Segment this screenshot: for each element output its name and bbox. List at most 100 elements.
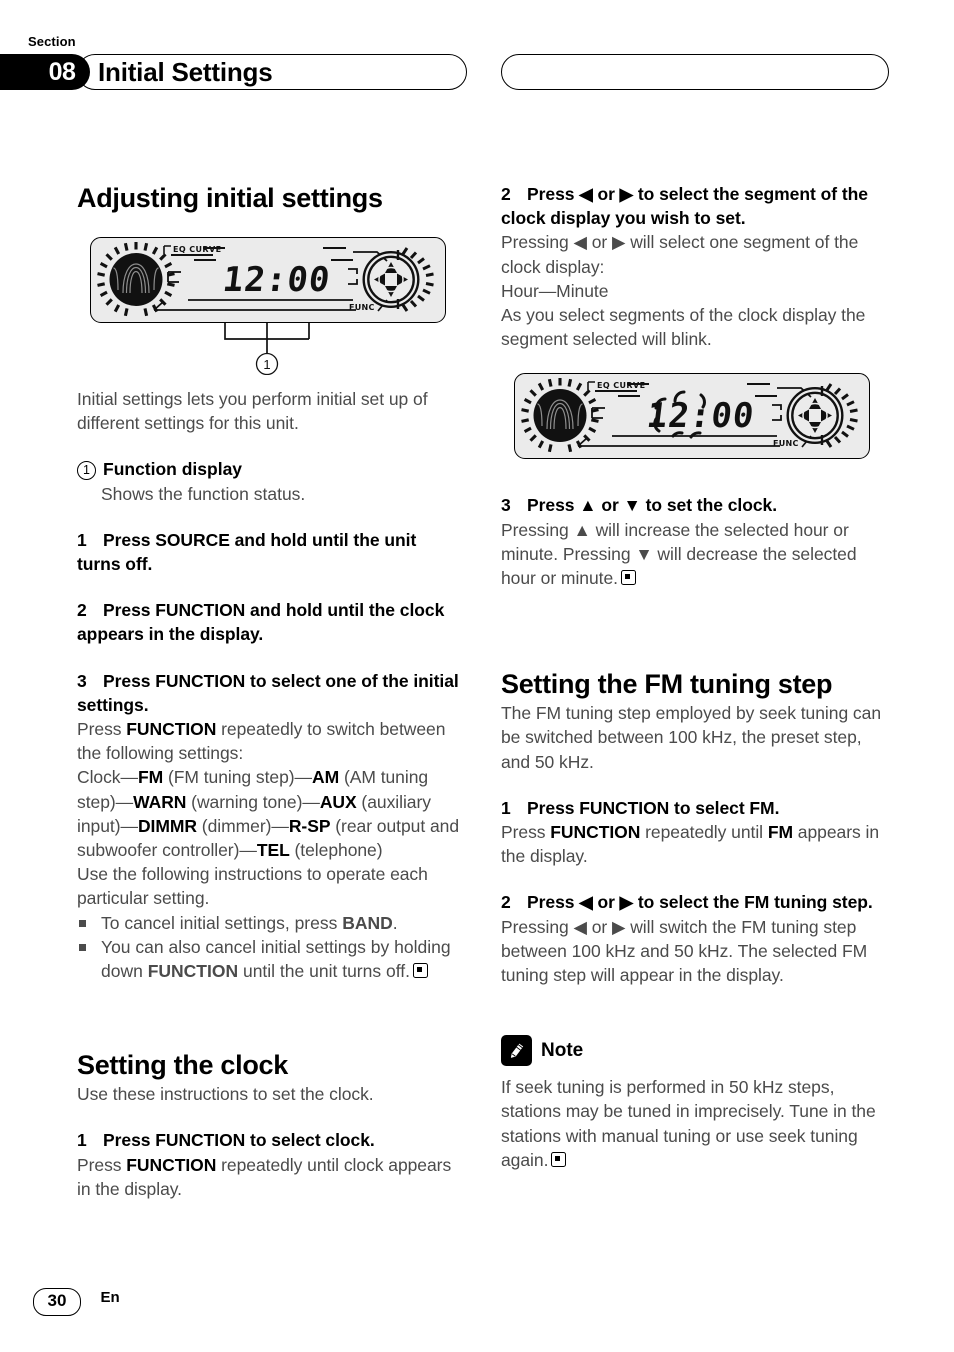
right-step-3-number: 3 bbox=[501, 495, 511, 516]
eq-knob-icon bbox=[521, 378, 599, 453]
fm-step-1-text: Press FUNCTION to select FM. bbox=[527, 797, 780, 818]
right-step-2-heading: 2 Press ◀ or ▶ to select the segment of t… bbox=[501, 182, 887, 230]
left-intro-text: Initial settings lets you perform initia… bbox=[77, 389, 428, 434]
clock-step-1-heading: 1 Press FUNCTION to select clock. bbox=[77, 1128, 463, 1152]
fm-step-1-body: Press FUNCTION repeatedly until FM appea… bbox=[501, 820, 887, 868]
header-pill-right bbox=[501, 54, 889, 90]
callout-label: Function display bbox=[103, 459, 243, 480]
bullet2-c: until the unit turns off. bbox=[238, 961, 410, 982]
step3-body-b: FUNCTION bbox=[126, 719, 217, 740]
settings-chain-plain-8: (telephone) bbox=[289, 840, 383, 861]
step-3-number: 3 bbox=[77, 670, 87, 691]
note-body: If seek tuning is performed in 50 kHz st… bbox=[501, 1075, 887, 1172]
language-label: En bbox=[100, 1289, 120, 1306]
nav-pad-icon bbox=[362, 247, 434, 312]
fm-step-2-number: 2 bbox=[501, 892, 511, 913]
settings-chain: Clock—FM (FM tuning step)—AM (AM tuning … bbox=[77, 765, 463, 862]
fm-intro: The FM tuning step employed by seek tuni… bbox=[501, 703, 882, 772]
device-graphic: EQ CURVE FUNC bbox=[97, 242, 434, 317]
left-heading-setting-clock: Setting the clock bbox=[77, 1050, 288, 1081]
bullet1-a: To cancel initial settings, press bbox=[101, 912, 343, 933]
right-step-3-text: Press ▲ or ▼ to set the clock. bbox=[527, 495, 778, 516]
eq-curve-label-2: EQ CURVE bbox=[597, 381, 645, 390]
settings-chain-plain-6: (dimmer)— bbox=[196, 815, 289, 836]
fm-step1-d: FM bbox=[767, 822, 793, 843]
func-label-2: FUNC bbox=[773, 439, 799, 448]
bullet-square-icon bbox=[79, 919, 86, 927]
settings-chain-term-6: R-SP bbox=[288, 815, 331, 836]
page-title: Initial Settings bbox=[98, 57, 273, 87]
settings-chain-plain-1: — bbox=[120, 767, 139, 788]
settings-chain-term-2: AM bbox=[312, 767, 340, 788]
right-step-2-body-1: Pressing ◀ or ▶ will select one segment … bbox=[501, 232, 859, 277]
settings-chain-term-4: AUX bbox=[319, 791, 357, 812]
callout-leader-1: 1 bbox=[77, 321, 433, 376]
eq-curve-label: EQ CURVE bbox=[173, 245, 221, 254]
page-number-badge: 30 bbox=[33, 1288, 81, 1316]
left-heading-adjusting: Adjusting initial settings bbox=[77, 183, 383, 213]
section-word: Section bbox=[28, 34, 76, 49]
clock-intro: Use these instructions to set the clock. bbox=[77, 1084, 374, 1105]
clock-step-1-body: Press FUNCTION repeatedly until clock ap… bbox=[77, 1153, 463, 1201]
step-3-body-line1: Press FUNCTION repeatedly to switch betw… bbox=[77, 717, 463, 765]
fm-step1-b: FUNCTION bbox=[550, 822, 641, 843]
step-1-number: 1 bbox=[77, 529, 87, 550]
step-2-text: Press FUNCTION and hold until the clock … bbox=[77, 600, 445, 645]
page-header: Section 08 Initial Settings bbox=[0, 34, 954, 106]
device-faceplate-2: EQ CURVE FUNC bbox=[514, 373, 870, 460]
right-column: 2 Press ◀ or ▶ to select the segment of t… bbox=[501, 182, 887, 1172]
device-faceplate: EQ CURVE FUNC bbox=[90, 237, 446, 323]
circled-number-1: 1 bbox=[77, 461, 96, 481]
fm-step1-c: repeatedly until bbox=[640, 822, 768, 843]
step3-body-a: Press bbox=[77, 719, 127, 740]
func-label: FUNC bbox=[349, 303, 375, 312]
settings-chain-plain-2: (FM tuning step)— bbox=[163, 767, 313, 788]
manual-page: Section 08 Initial Settings Adjusting in… bbox=[0, 0, 954, 1352]
figure-head-unit-2: EQ CURVE FUNC 12:00 bbox=[501, 373, 887, 460]
step-1-text: Press SOURCE and hold until the unit tur… bbox=[77, 529, 417, 575]
bullet-square-icon bbox=[79, 943, 86, 951]
callout-item-function-display: 1 Function display bbox=[77, 457, 463, 481]
settings-chain-term-5: DIMMR bbox=[137, 815, 197, 836]
left-column: Adjusting initial settings EQ CURVE FUNC… bbox=[77, 182, 463, 1201]
step-3-heading: 3 Press FUNCTION to select one of the ini… bbox=[77, 669, 463, 717]
bullet2-b: FUNCTION bbox=[147, 961, 239, 982]
settings-chain-term-1: FM bbox=[137, 767, 164, 788]
clock-step-1-text: Press FUNCTION to select clock. bbox=[103, 1130, 375, 1151]
right-heading-fm-tuning: Setting the FM tuning step bbox=[501, 669, 833, 700]
settings-chain-term-3: WARN bbox=[133, 791, 187, 812]
step-2-heading: 2 Press FUNCTION and hold until the clock… bbox=[77, 598, 463, 646]
settings-chain-term-7: TEL bbox=[256, 840, 290, 861]
bullet1-b: BAND bbox=[342, 912, 393, 933]
clock-step1-b: FUNCTION bbox=[126, 1154, 217, 1175]
blink-indicator-icon bbox=[653, 390, 706, 439]
settings-chain-plain-4: (warning tone)— bbox=[186, 791, 320, 812]
settings-chain-plain-0: Clock bbox=[77, 767, 121, 788]
right-step-2-body-3: As you select segments of the clock disp… bbox=[501, 305, 866, 350]
note-label: Note bbox=[541, 1039, 584, 1061]
bullet-hold-function: You can also cancel initial settings by … bbox=[77, 935, 463, 983]
clock-step-1-number: 1 bbox=[77, 1130, 87, 1151]
fm-step-2-text: Press ◀ or ▶ to select the FM tuning ste… bbox=[527, 892, 873, 913]
eq-knob-icon bbox=[97, 242, 175, 317]
callout-description: Shows the function status. bbox=[101, 483, 306, 504]
end-of-section-icon bbox=[620, 570, 636, 586]
note-header: Note bbox=[501, 1035, 887, 1067]
step-3-text: Press FUNCTION to select one of the init… bbox=[77, 670, 459, 715]
fm-step1-a: Press bbox=[501, 822, 551, 843]
callout-number-1: 1 bbox=[263, 357, 270, 372]
fm-step-1-number: 1 bbox=[501, 797, 511, 818]
device-graphic-2: EQ CURVE FUNC bbox=[521, 378, 858, 453]
bullet1-c: . bbox=[392, 912, 398, 933]
end-of-section-icon bbox=[412, 963, 428, 979]
step-1-heading: 1 Press SOURCE and hold until the unit tu… bbox=[77, 528, 463, 576]
clock-step1-a: Press bbox=[77, 1154, 127, 1175]
fm-step-2-heading: 2 Press ◀ or ▶ to select the FM tuning st… bbox=[501, 890, 887, 914]
step-3-body-line2: Use the following instructions to operat… bbox=[77, 864, 428, 909]
right-step-3-body: Pressing ▲ will increase the selected ho… bbox=[501, 518, 887, 591]
right-step-2-number: 2 bbox=[501, 184, 511, 204]
pencil-icon bbox=[501, 1035, 532, 1067]
fm-step-1-heading: 1 Press FUNCTION to select FM. bbox=[501, 796, 887, 820]
end-of-section-icon bbox=[551, 1151, 567, 1167]
bullet-cancel-initial-settings: To cancel initial settings, press BAND. bbox=[77, 911, 463, 935]
